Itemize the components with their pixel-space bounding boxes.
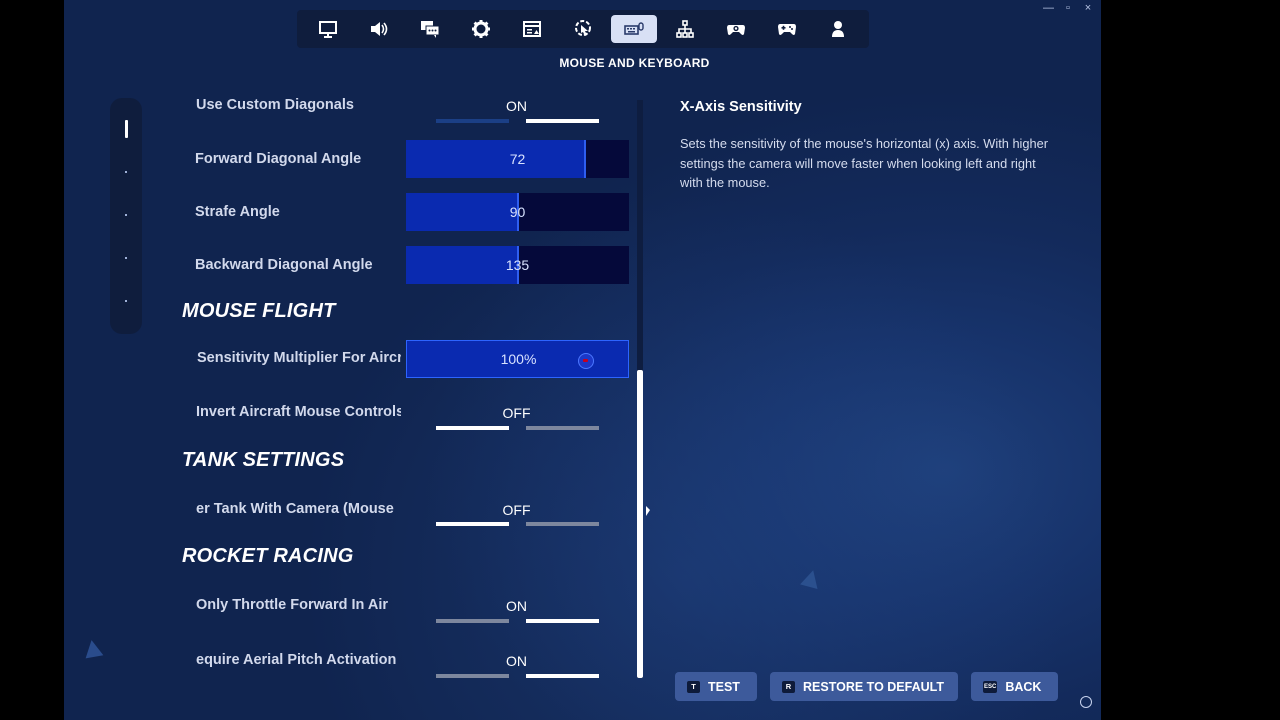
slider-value: 72 xyxy=(509,151,526,167)
back-button-label: BACK xyxy=(1005,679,1042,694)
slider-handle[interactable] xyxy=(578,353,594,369)
section-heading-tank-settings: TANK SETTINGS xyxy=(182,449,345,471)
tab-audio[interactable] xyxy=(356,15,402,43)
setting-label-forward-diagonal-angle: Forward Diagonal Angle xyxy=(195,151,362,167)
toggle-value-require-aerial-pitch[interactable]: ON xyxy=(435,653,598,669)
tab-account[interactable] xyxy=(815,15,861,43)
corner-icon[interactable] xyxy=(1080,696,1092,708)
controller-settings-icon xyxy=(726,25,745,35)
section-heading-mouse-flight: MOUSE FLIGHT xyxy=(182,300,336,322)
section-indicator-dot[interactable] xyxy=(125,300,127,302)
mouse-cursor-icon xyxy=(646,506,650,516)
setting-label-sensitivity-multiplier-air: Sensitivity Multiplier For Aircraft xyxy=(197,350,401,366)
toggle-segment-off[interactable] xyxy=(436,426,509,430)
toggle-segment-on[interactable] xyxy=(526,522,599,526)
gamepad-icon xyxy=(777,24,796,35)
gear-icon xyxy=(472,20,491,38)
slider-sensitivity-multiplier-air[interactable]: 100% xyxy=(406,340,629,378)
key-hint-t: T xyxy=(687,680,700,693)
toggle-segment-off[interactable] xyxy=(436,119,509,123)
decor-triangle xyxy=(82,638,104,659)
settings-tab-bar xyxy=(297,10,869,48)
slider-value: 90 xyxy=(509,204,526,220)
toggle-value-tank-with-camera[interactable]: OFF xyxy=(435,502,598,518)
toggle-value-use-custom-diagonals[interactable]: ON xyxy=(435,98,598,114)
settings-scrollbar[interactable] xyxy=(637,100,643,678)
slider-strafe-angle[interactable]: 90 xyxy=(406,193,629,231)
restore-default-button-label: RESTORE TO DEFAULT xyxy=(803,679,944,694)
page-title: MOUSE AND KEYBOARD xyxy=(559,56,710,70)
slider-value: 135 xyxy=(505,257,530,273)
toggle-segment-off[interactable] xyxy=(436,522,509,526)
slider-forward-diagonal-angle[interactable]: 72 xyxy=(406,140,629,178)
setting-label-only-throttle-forward: Only Throttle Forward In Air xyxy=(196,597,388,613)
toggle-segment-on[interactable] xyxy=(526,426,599,430)
maximize-icon[interactable]: ▫ xyxy=(1063,2,1073,14)
tab-touch[interactable] xyxy=(560,15,606,43)
tab-social[interactable] xyxy=(407,15,453,43)
section-indicator xyxy=(110,98,142,334)
setting-label-backward-diagonal-angle: Backward Diagonal Angle xyxy=(195,257,373,273)
key-hint-r: R xyxy=(782,680,795,693)
section-indicator-dot[interactable] xyxy=(125,171,127,173)
game-window: — ▫ × MOUSE AND KEYBOARD Use Custom Diag… xyxy=(64,0,1101,720)
toggle-segment-on[interactable] xyxy=(526,619,599,623)
tab-video[interactable] xyxy=(305,15,351,43)
ui-layout-icon xyxy=(523,21,542,37)
toggle-segment-on[interactable] xyxy=(526,119,599,123)
tab-mouse-keyboard[interactable] xyxy=(610,15,657,43)
toggle-segment-off[interactable] xyxy=(436,619,509,623)
key-hint-esc: ESC xyxy=(983,680,998,693)
scrollbar-thumb[interactable] xyxy=(637,370,643,678)
setting-label-strafe-angle: Strafe Angle xyxy=(195,204,280,220)
toggle-segment-off[interactable] xyxy=(436,674,509,678)
tab-controller[interactable] xyxy=(764,15,810,43)
account-icon xyxy=(831,21,844,37)
slider-value: 100% xyxy=(500,351,537,367)
tab-controller-options[interactable] xyxy=(713,15,759,43)
touch-controls-icon xyxy=(574,20,591,36)
setting-label-require-aerial-pitch: equire Aerial Pitch Activation xyxy=(196,652,397,668)
setting-label-invert-aircraft-mouse: Invert Aircraft Mouse Controls xyxy=(196,404,401,420)
description-text: Sets the sensitivity of the mouse's hori… xyxy=(680,136,1049,190)
toggle-segment-on[interactable] xyxy=(526,674,599,678)
tab-account-network[interactable] xyxy=(662,15,708,43)
toggle-value-invert-aircraft-mouse[interactable]: OFF xyxy=(435,405,598,421)
chat-icon xyxy=(421,21,440,38)
toggle-value-only-throttle-forward[interactable]: ON xyxy=(435,598,598,614)
back-button[interactable]: ESC BACK xyxy=(971,672,1058,701)
test-button[interactable]: T TEST xyxy=(675,672,757,701)
description-title: X-Axis Sensitivity xyxy=(680,99,802,115)
setting-label-tank-with-camera: er Tank With Camera (Mouse xyxy=(196,501,394,517)
section-indicator-active xyxy=(125,120,128,138)
minimize-icon[interactable]: — xyxy=(1043,2,1054,14)
slider-backward-diagonal-angle[interactable]: 135 xyxy=(406,246,629,284)
keyboard-mouse-icon xyxy=(624,22,644,35)
close-icon[interactable]: × xyxy=(1083,2,1093,14)
setting-label-use-custom-diagonals: Use Custom Diagonals xyxy=(196,97,354,113)
section-indicator-dot[interactable] xyxy=(125,214,127,216)
monitor-icon xyxy=(319,21,338,38)
test-button-label: TEST xyxy=(708,679,740,694)
tab-game[interactable] xyxy=(458,15,504,43)
restore-default-button[interactable]: R RESTORE TO DEFAULT xyxy=(770,672,958,701)
section-indicator-dot[interactable] xyxy=(125,257,127,259)
section-heading-rocket-racing: ROCKET RACING xyxy=(182,545,354,567)
network-icon xyxy=(675,20,694,38)
window-controls: — ▫ × xyxy=(1035,0,1101,16)
speaker-icon xyxy=(371,22,388,36)
tab-game-ui[interactable] xyxy=(509,15,555,43)
